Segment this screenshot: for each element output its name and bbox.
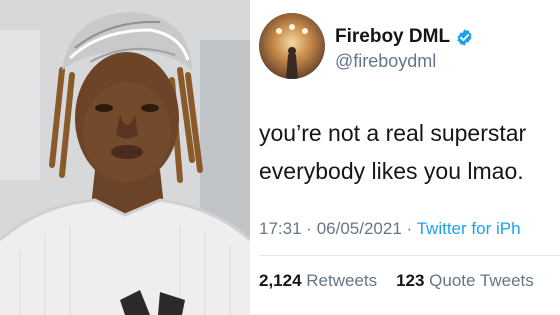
tweet-meta: 17:31 · 06/05/2021 · Twitter for iPh [259, 219, 521, 239]
quote-tweets-count: 123 [396, 271, 425, 290]
tweet-text-line-2: everybody likes you lmao. [259, 158, 524, 184]
profile-photo [0, 0, 250, 315]
tweet-time[interactable]: 17:31 [259, 219, 302, 238]
tweet-card: Fireboy DML @fireboydml you’re not a rea… [253, 0, 560, 315]
retweets-label: Retweets [306, 271, 378, 290]
verified-badge-icon [457, 28, 472, 46]
tweet-source-link[interactable]: Twitter for iPh [417, 219, 521, 238]
meta-separator: · [406, 219, 413, 238]
avatar[interactable] [259, 13, 325, 79]
display-name[interactable]: Fireboy DML [335, 26, 450, 48]
tweet-stats: 2,124 Retweets 123 Quote Tweets [259, 271, 534, 291]
tweet-date[interactable]: 06/05/2021 [317, 219, 402, 238]
avatar-image [259, 13, 325, 79]
retweets-count: 2,124 [259, 271, 302, 290]
quote-tweets-stat[interactable]: 123 Quote Tweets [396, 271, 534, 290]
portrait-illustration [0, 0, 250, 315]
author-name-row[interactable]: Fireboy DML [335, 26, 474, 48]
tweet-text-line-1: you’re not a real superstar [259, 120, 527, 146]
quote-tweets-label: Quote Tweets [429, 271, 534, 290]
divider-line [259, 255, 560, 256]
tweet-text: you’re not a real superstar everybody li… [259, 114, 526, 190]
meta-separator: · [306, 219, 312, 238]
user-handle[interactable]: @fireboydml [335, 51, 436, 72]
retweets-stat[interactable]: 2,124 Retweets [259, 271, 377, 290]
